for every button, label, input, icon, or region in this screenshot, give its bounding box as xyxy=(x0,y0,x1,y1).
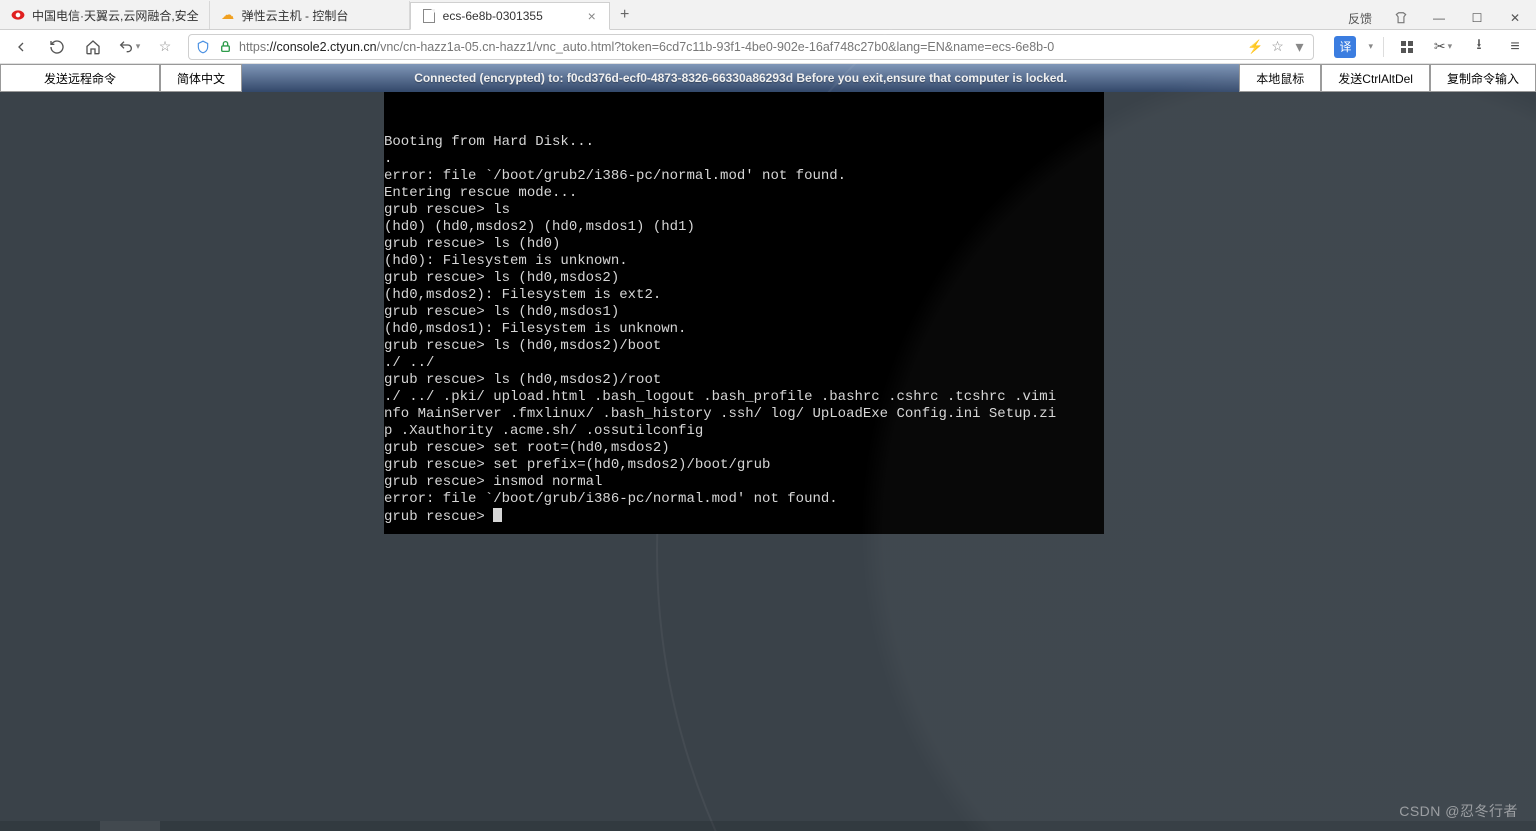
favorite-button[interactable]: ☆ xyxy=(152,34,178,60)
bookmark-icon[interactable]: ☆ xyxy=(1269,39,1285,55)
tab-vnc[interactable]: ecs-6e8b-0301355 × xyxy=(410,2,610,30)
ctyun-favicon xyxy=(10,7,26,23)
translate-dropdown-icon[interactable]: ▾ xyxy=(1368,41,1373,52)
terminal-line: grub rescue> insmod normal xyxy=(384,474,1104,491)
terminal-line: grub rescue> ls (hd0,msdos2)/boot xyxy=(384,338,1104,355)
separator xyxy=(1383,37,1384,57)
tab-ecs-console[interactable]: ☁ 弹性云主机 - 控制台 xyxy=(210,1,410,29)
tab-ctyun[interactable]: 中国电信·天翼云,云网融合,安全 xyxy=(0,1,210,29)
copy-cmd-input-button[interactable]: 复制命令输入 xyxy=(1430,64,1536,92)
screenshot-button[interactable]: ✂▾ xyxy=(1430,34,1456,60)
reload-button[interactable] xyxy=(44,34,70,60)
terminal-line: grub rescue> set root=(hd0,msdos2) xyxy=(384,440,1104,457)
terminal-line: Entering rescue mode... xyxy=(384,185,1104,202)
translate-button[interactable]: 译 xyxy=(1334,36,1356,58)
browser-tab-strip: 中国电信·天翼云,云网融合,安全 ☁ 弹性云主机 - 控制台 ecs-6e8b-… xyxy=(0,0,1536,30)
tab-label: ecs-6e8b-0301355 xyxy=(443,9,585,23)
close-window-button[interactable]: ✕ xyxy=(1500,7,1530,29)
speed-icon[interactable]: ⚡ xyxy=(1247,39,1263,55)
terminal-line: error: file `/boot/grub/i386-pc/normal.m… xyxy=(384,491,1104,508)
toolbar-right: 译 ▾ ✂▾ ⭳ ≡ xyxy=(1324,34,1528,60)
vnc-toolbar: 发送远程命令 简体中文 Connected (encrypted) to: f0… xyxy=(0,64,1536,92)
tab-label: 中国电信·天翼云,云网融合,安全 xyxy=(32,7,199,24)
vnc-status-text: Connected (encrypted) to: f0cd376d-ecf0-… xyxy=(242,64,1239,92)
send-remote-cmd-button[interactable]: 发送远程命令 xyxy=(0,64,160,92)
terminal-line: (hd0) (hd0,msdos2) (hd0,msdos1) (hd1) xyxy=(384,219,1104,236)
tab-label: 弹性云主机 - 控制台 xyxy=(242,7,399,24)
send-ctrlaltdel-button[interactable]: 发送CtrlAltDel xyxy=(1321,64,1430,92)
undo-close-button[interactable]: ▾ xyxy=(116,34,142,60)
minimize-button[interactable]: — xyxy=(1424,7,1454,29)
lock-icon[interactable] xyxy=(217,39,233,55)
remote-taskbar-segment xyxy=(100,821,160,831)
new-tab-button[interactable]: + xyxy=(610,1,640,29)
terminal-line: grub rescue> xyxy=(384,508,1104,526)
language-button[interactable]: 简体中文 xyxy=(160,64,242,92)
close-tab-icon[interactable]: × xyxy=(585,9,599,23)
terminal-line: (hd0,msdos2): Filesystem is ext2. xyxy=(384,287,1104,304)
terminal-line: (hd0,msdos1): Filesystem is unknown. xyxy=(384,321,1104,338)
back-button[interactable] xyxy=(8,34,34,60)
terminal-line: grub rescue> ls (hd0,msdos1) xyxy=(384,304,1104,321)
terminal-line: nfo MainServer .fmxlinux/ .bash_history … xyxy=(384,406,1104,423)
document-favicon xyxy=(421,8,437,24)
site-info-icon[interactable] xyxy=(195,39,211,55)
maximize-button[interactable]: ☐ xyxy=(1462,7,1492,29)
terminal-line: . xyxy=(384,151,1104,168)
terminal-line: ./ ../ xyxy=(384,355,1104,372)
url-text: https://console2.ctyun.cn/vnc/cn-hazz1a-… xyxy=(239,40,1054,54)
address-bar[interactable]: https://console2.ctyun.cn/vnc/cn-hazz1a-… xyxy=(188,34,1314,60)
feedback-link[interactable]: 反馈 xyxy=(1342,10,1378,27)
local-mouse-button[interactable]: 本地鼠标 xyxy=(1239,64,1321,92)
browser-toolbar: ▾ ☆ https://console2.ctyun.cn/vnc/cn-haz… xyxy=(0,30,1536,64)
terminal-line: Booting from Hard Disk... xyxy=(384,134,1104,151)
terminal-line: p .Xauthority .acme.sh/ .ossutilconfig xyxy=(384,423,1104,440)
cloud-favicon: ☁ xyxy=(220,7,236,23)
terminal-line: (hd0): Filesystem is unknown. xyxy=(384,253,1104,270)
terminal-line: grub rescue> set prefix=(hd0,msdos2)/boo… xyxy=(384,457,1104,474)
terminal-output[interactable]: Booting from Hard Disk....error: file `/… xyxy=(384,92,1104,534)
download-button[interactable]: ⭳ xyxy=(1466,34,1492,60)
terminal-line: grub rescue> ls (hd0,msdos2) xyxy=(384,270,1104,287)
terminal-line: grub rescue> ls (hd0) xyxy=(384,236,1104,253)
addr-dropdown-icon[interactable]: ▾ xyxy=(1291,39,1307,55)
skin-icon[interactable] xyxy=(1386,7,1416,29)
terminal-line: ./ ../ .pki/ upload.html .bash_logout .b… xyxy=(384,389,1104,406)
terminal-line: grub rescue> ls (hd0,msdos2)/root xyxy=(384,372,1104,389)
watermark: CSDN @忍冬行者 xyxy=(1399,801,1518,821)
remote-taskbar xyxy=(0,821,1536,831)
terminal-line: error: file `/boot/grub2/i386-pc/normal.… xyxy=(384,168,1104,185)
vnc-viewport[interactable]: Booting from Hard Disk....error: file `/… xyxy=(0,92,1536,831)
extensions-button[interactable] xyxy=(1394,34,1420,60)
home-button[interactable] xyxy=(80,34,106,60)
menu-button[interactable]: ≡ xyxy=(1502,34,1528,60)
terminal-line: grub rescue> ls xyxy=(384,202,1104,219)
